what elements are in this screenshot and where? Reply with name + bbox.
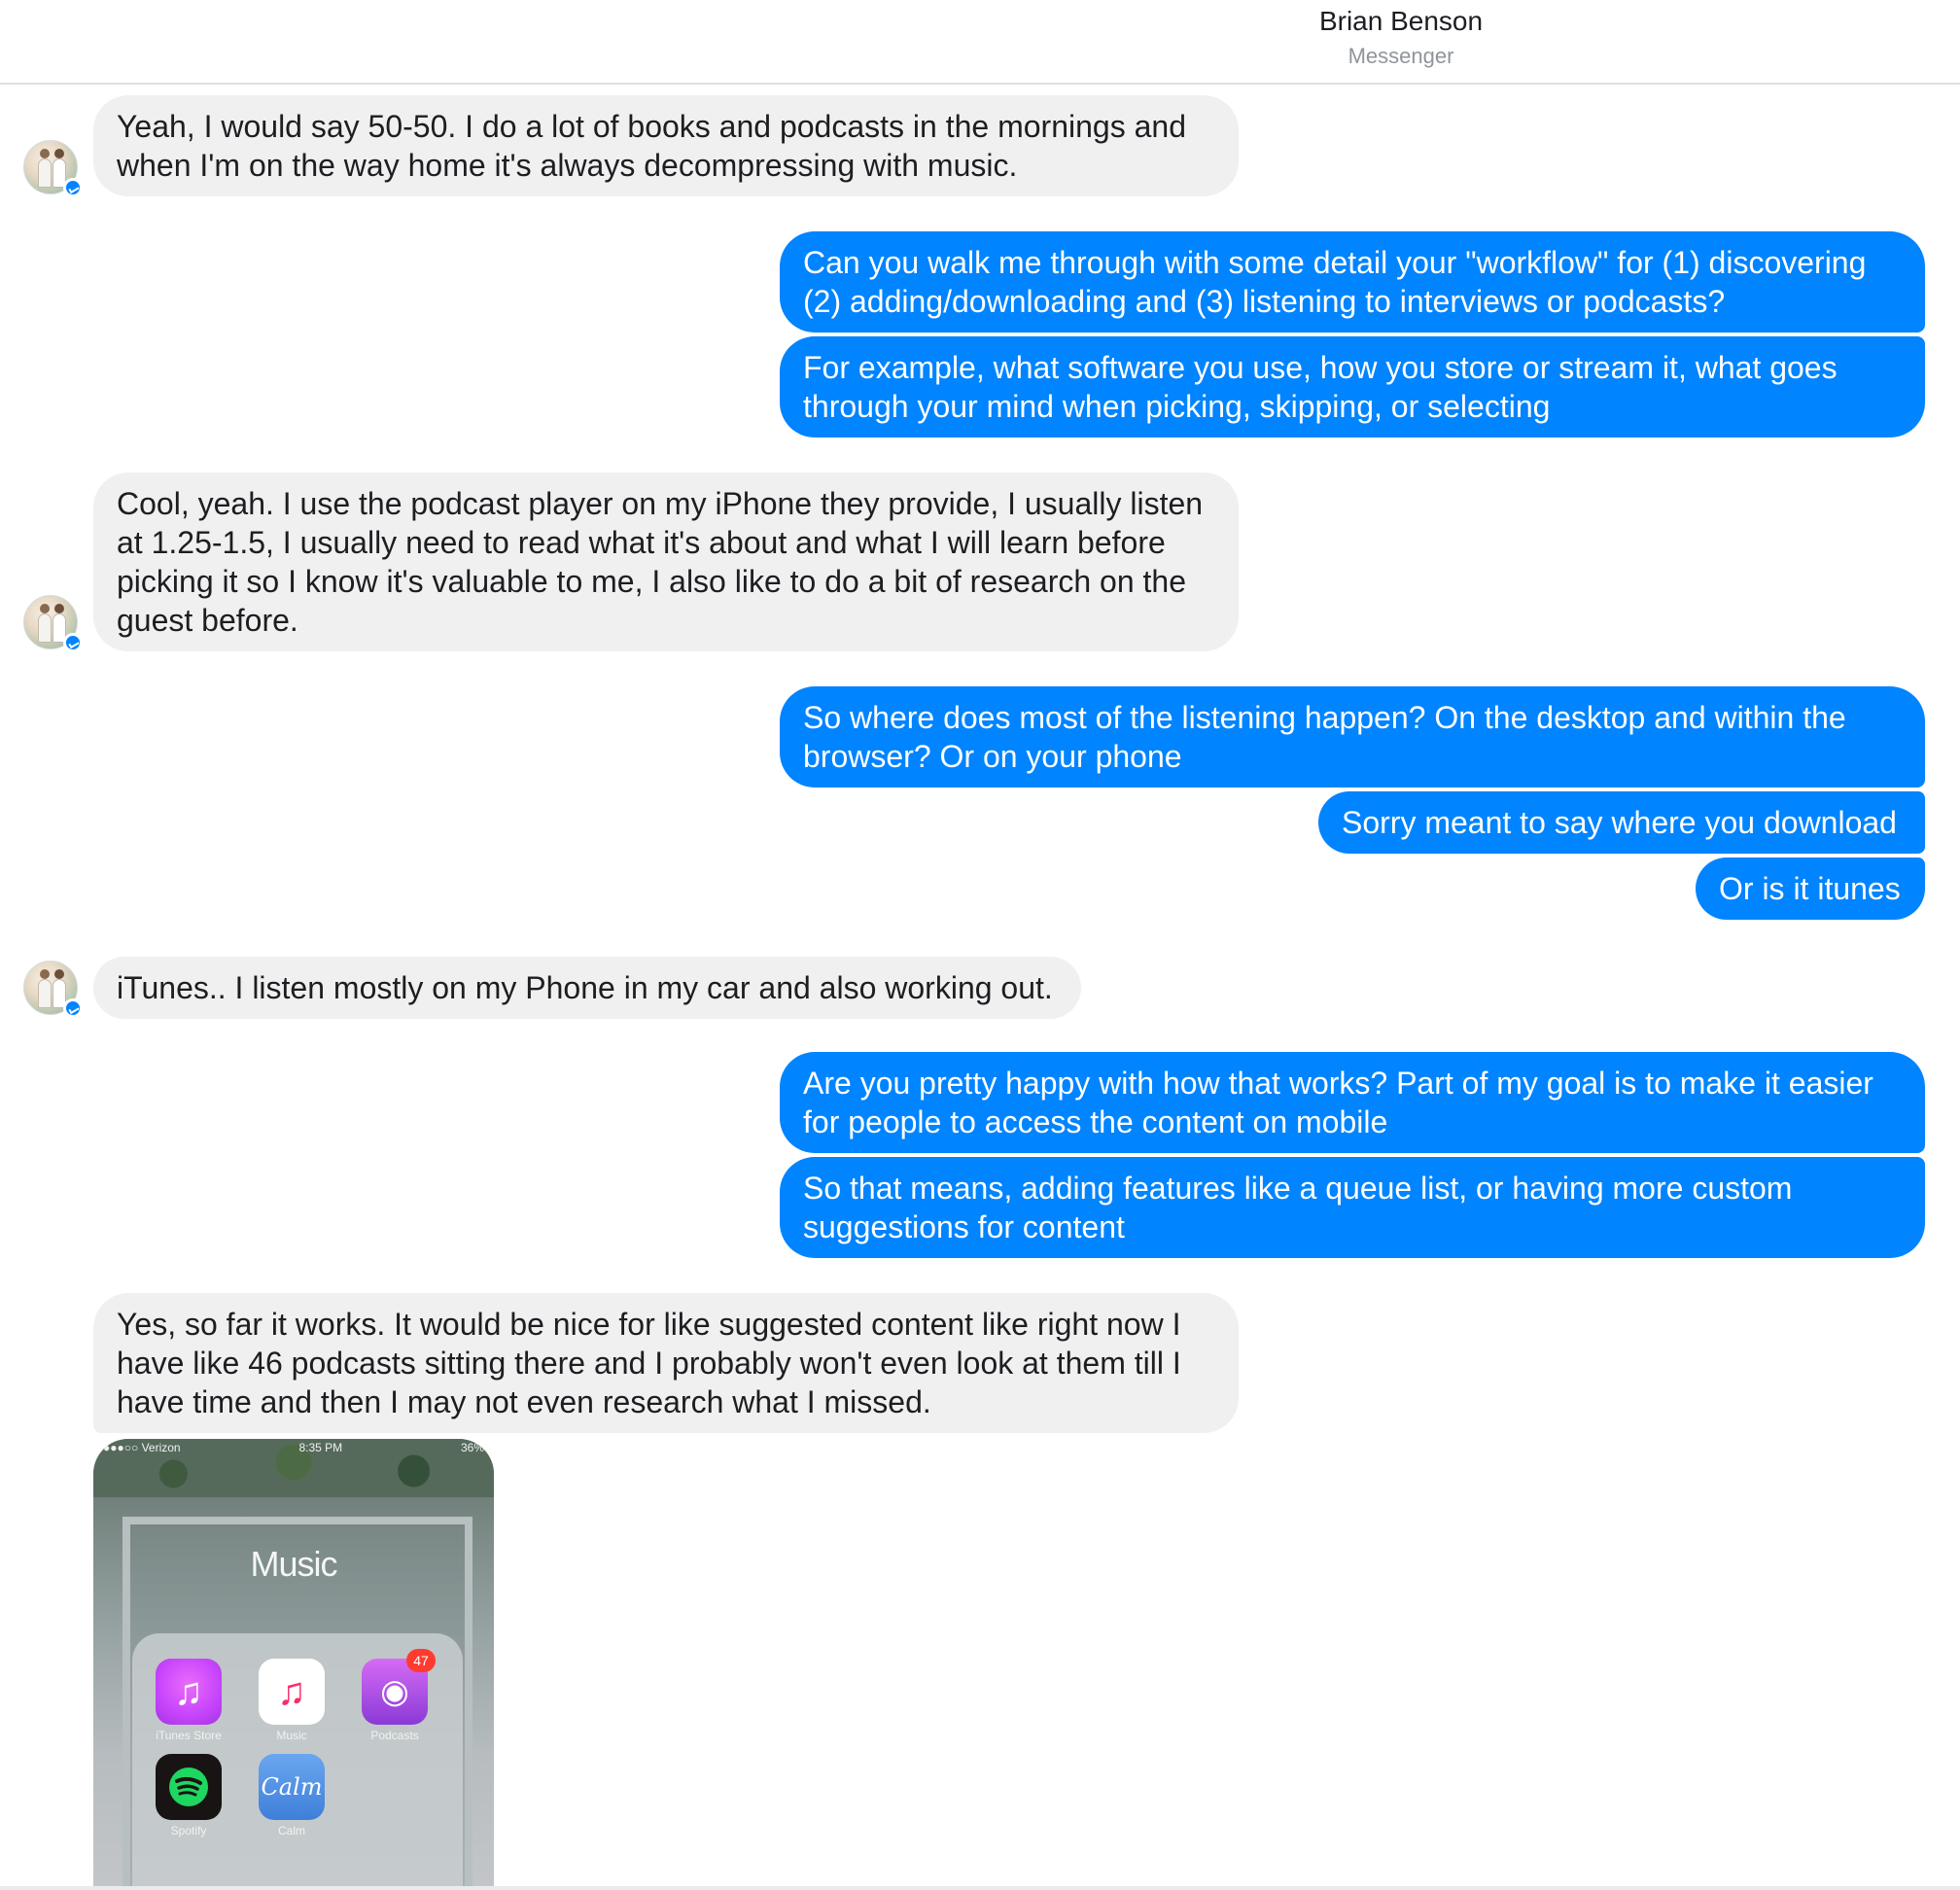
carrier-label: ●●●○○ Verizon	[103, 1441, 181, 1454]
contact-avatar[interactable]	[23, 961, 83, 1018]
contact-avatar[interactable]	[23, 140, 83, 197]
message-line: iTunes.. I listen mostly on my Phone in …	[117, 970, 1053, 1005]
message-line: Or is it itunes	[1719, 871, 1901, 906]
message-bubble-outgoing[interactable]: Can you walk me through with some detail…	[780, 231, 1925, 332]
contact-avatar[interactable]	[23, 595, 83, 652]
message-bubble-incoming[interactable]: iTunes.. I listen mostly on my Phone in …	[93, 957, 1081, 1019]
message-line: So where does most of the listening happ…	[803, 700, 1846, 735]
message-line: guest before.	[117, 603, 298, 638]
message-line: suggestions for content	[803, 1209, 1125, 1244]
message-line: browser? Or on your phone	[803, 739, 1182, 774]
message-bubble-outgoing[interactable]: For example, what software you use, how …	[780, 336, 1925, 438]
message-bubble-incoming[interactable]: Cool, yeah. I use the podcast player on …	[93, 472, 1239, 651]
app-label: Calm	[277, 1824, 305, 1838]
battery-label: 36%	[460, 1441, 484, 1454]
message-bubble-outgoing[interactable]: So where does most of the listening happ…	[780, 686, 1925, 788]
message-line: Can you walk me through with some detail…	[803, 245, 1867, 280]
contact-name[interactable]: Brian Benson	[1223, 6, 1579, 37]
message-bubble-incoming[interactable]: Yeah, I would say 50-50. I do a lot of b…	[93, 95, 1239, 196]
app-label: Spotify	[170, 1824, 207, 1838]
message-line: have like 46 podcasts sitting there and …	[117, 1346, 1181, 1381]
message-line: for people to access the content on mobi…	[803, 1104, 1388, 1139]
message-line: Yeah, I would say 50-50. I do a lot of b…	[117, 109, 1186, 144]
messenger-badge-icon	[63, 633, 83, 652]
message-bubble-outgoing[interactable]: So that means, adding features like a qu…	[780, 1157, 1925, 1258]
message-bubble-outgoing[interactable]: Sorry meant to say where you download	[1318, 791, 1925, 854]
app-label: iTunes Store	[156, 1729, 222, 1742]
folder-title: Music	[250, 1544, 337, 1584]
message-line: (2) adding/downloading and (3) listening…	[803, 284, 1726, 319]
message-line: have time and then I may not even resear…	[117, 1384, 931, 1419]
message-line: For example, what software you use, how …	[803, 350, 1838, 385]
platform-label: Messenger	[1348, 44, 1454, 68]
calm-icon: Calm	[259, 1754, 325, 1820]
notification-badge: 47	[406, 1649, 436, 1672]
message-line: picking it so I know it's valuable to me…	[117, 564, 1187, 599]
image-attachment[interactable]: ●●●○○ Verizon 8:35 PM 36% Music ♫ iTunes…	[93, 1439, 494, 1890]
messenger-badge-icon	[63, 998, 83, 1018]
messenger-badge-icon	[63, 178, 83, 197]
spotify-icon	[156, 1754, 222, 1820]
message-line: through your mind when picking, skipping…	[803, 389, 1551, 424]
message-line: Cool, yeah. I use the podcast player on …	[117, 486, 1204, 521]
message-bubble-outgoing[interactable]: Are you pretty happy with how that works…	[780, 1052, 1925, 1153]
bottom-divider	[0, 1886, 1960, 1890]
message-line: Are you pretty happy with how that works…	[803, 1066, 1873, 1101]
message-bubble-outgoing[interactable]: Or is it itunes	[1696, 858, 1925, 920]
app-label: Music	[276, 1729, 307, 1742]
message-bubble-incoming[interactable]: Yes, so far it works. It would be nice f…	[93, 1293, 1239, 1433]
message-line: Yes, so far it works. It would be nice f…	[117, 1307, 1181, 1342]
conversation-header: Brian Benson Messenger	[0, 0, 1960, 85]
music-icon: ♫	[259, 1659, 325, 1725]
message-line: when I'm on the way home it's always dec…	[117, 148, 1018, 183]
clock-label: 8:35 PM	[298, 1441, 343, 1454]
message-line: at 1.25-1.5, I usually need to read what…	[117, 525, 1166, 560]
app-label: Podcasts	[370, 1729, 419, 1742]
itunes-store-icon: ♫	[156, 1659, 222, 1725]
phone-status-bar: ●●●○○ Verizon 8:35 PM 36%	[103, 1441, 484, 1454]
message-line: Sorry meant to say where you download	[1342, 805, 1897, 840]
message-line: So that means, adding features like a qu…	[803, 1171, 1793, 1206]
